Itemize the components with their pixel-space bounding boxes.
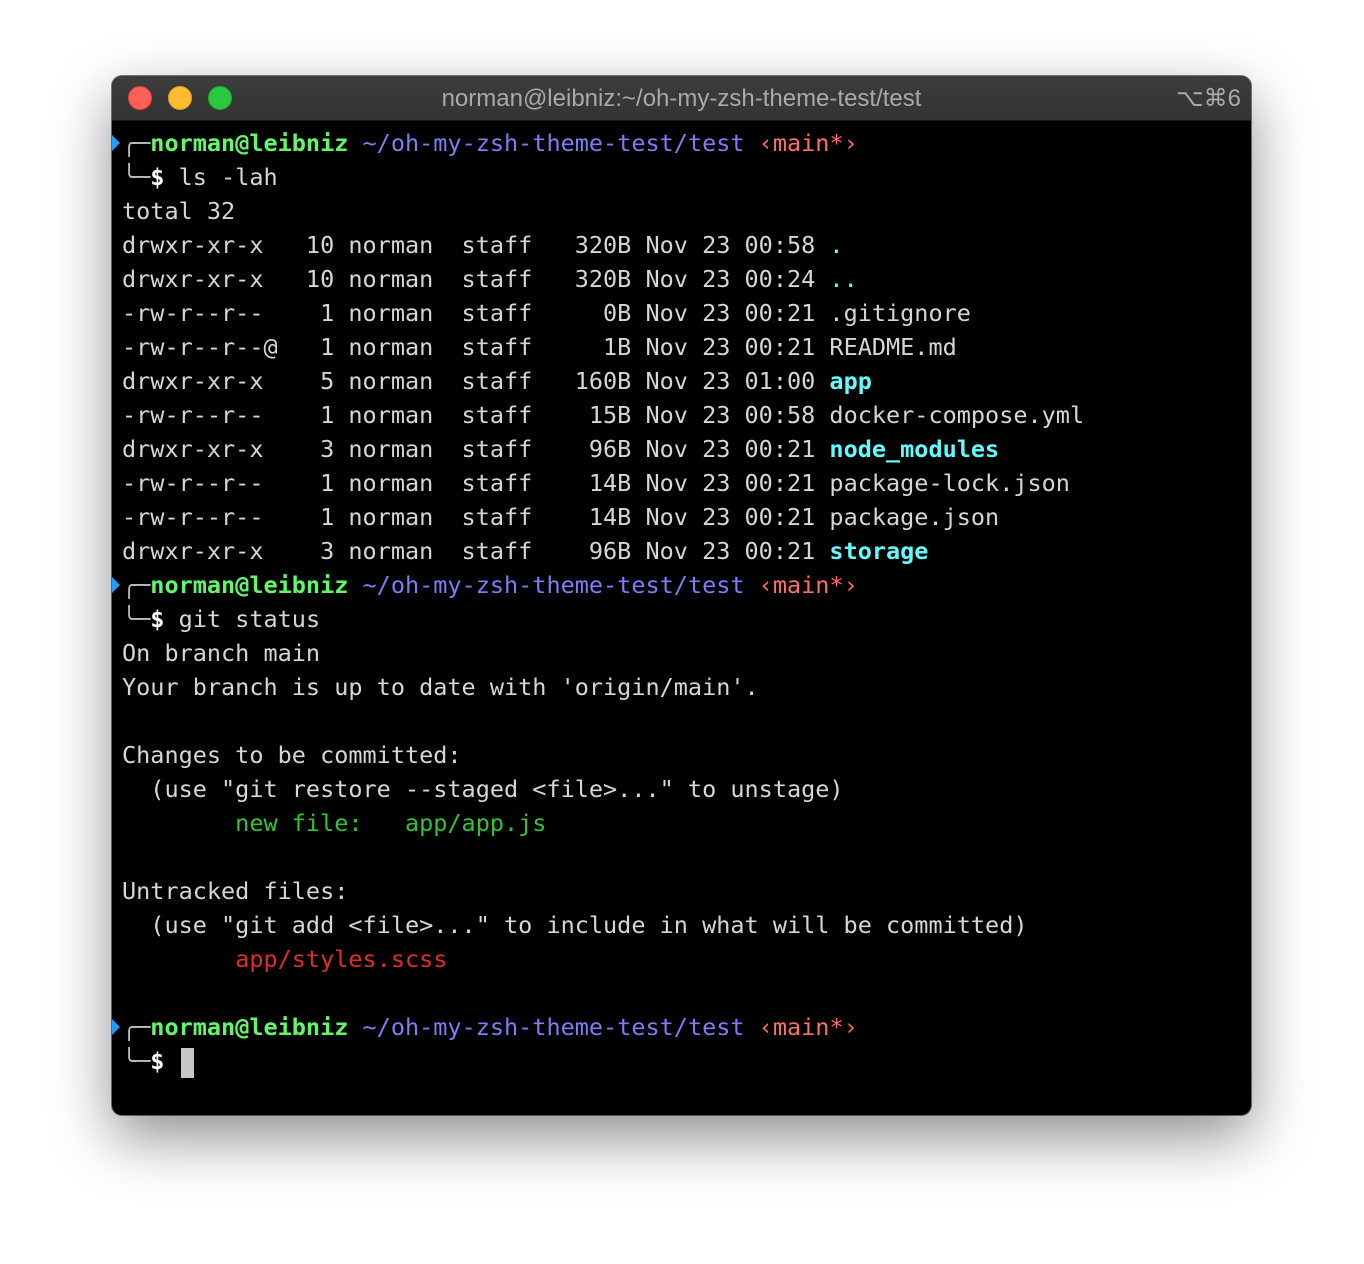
prompt-user-host: norman@leibniz (150, 129, 349, 157)
prompt-symbol: $ (150, 1047, 165, 1075)
git-staged-entry: new file: app/app.js (122, 806, 1251, 840)
prompt-symbol: $ (150, 163, 165, 191)
ls-row-meta: -rw-r--r--@ 1 norman staff 1B Nov 23 00:… (122, 333, 830, 361)
command-line: ╰─$ ls -lah (122, 160, 1251, 194)
ls-row: drwxr-xr-x 10 norman staff 320B Nov 23 0… (122, 262, 1251, 296)
ls-row: drwxr-xr-x 5 norman staff 160B Nov 23 01… (122, 364, 1251, 398)
title-bar[interactable]: norman@leibniz:~/oh-my-zsh-theme-test/te… (112, 76, 1251, 121)
command-line: ╰─$ git status (122, 602, 1251, 636)
ls-row: -rw-r--r-- 1 norman staff 14B Nov 23 00:… (122, 466, 1251, 500)
prompt-corner: ╰─ (122, 605, 151, 633)
prompt-path: ~/oh-my-zsh-theme-test/test (362, 1013, 745, 1041)
ls-entry-name: storage (829, 537, 929, 565)
git-untracked-indent (122, 945, 235, 973)
ls-row-meta: -rw-r--r-- 1 norman staff 14B Nov 23 00:… (122, 503, 830, 531)
git-staged-hint: (use "git restore --staged <file>..." to… (122, 775, 844, 803)
prompt-corner: ╰─ (122, 1047, 151, 1075)
ls-row-meta: drwxr-xr-x 10 norman staff 320B Nov 23 0… (122, 265, 830, 293)
prompt-branch: ‹main*› (758, 129, 858, 157)
git-on-branch: On branch main (122, 639, 321, 667)
ls-entry-name: README.md (829, 333, 957, 361)
terminal-window: norman@leibniz:~/oh-my-zsh-theme-test/te… (112, 76, 1251, 1115)
ls-total: total 32 (122, 197, 236, 225)
prompt-corner: ╭─ (122, 129, 151, 157)
window-title: norman@leibniz:~/oh-my-zsh-theme-test/te… (441, 85, 922, 112)
ls-row: -rw-r--r-- 1 norman staff 14B Nov 23 00:… (122, 500, 1251, 534)
ls-entry-name: docker-compose.yml (829, 401, 1085, 429)
ls-entry-name: package.json (829, 503, 1000, 531)
prompt-user-host: norman@leibniz (150, 1013, 349, 1041)
ls-listing: drwxr-xr-x 10 norman staff 320B Nov 23 0… (122, 228, 1251, 568)
git-untracked-file: app/styles.scss (235, 945, 448, 973)
ls-row-meta: -rw-r--r-- 1 norman staff 15B Nov 23 00:… (122, 401, 830, 429)
git-untracked-entry: app/styles.scss (122, 942, 1251, 976)
ls-row: drwxr-xr-x 3 norman staff 96B Nov 23 00:… (122, 534, 1251, 568)
ls-row-meta: drwxr-xr-x 10 norman staff 320B Nov 23 0… (122, 231, 830, 259)
prompt-line: ╭─norman@leibniz ~/oh-my-zsh-theme-test/… (112, 568, 1251, 602)
ls-entry-name: package-lock.json (829, 469, 1070, 497)
prompt-user-host: norman@leibniz (150, 571, 349, 599)
ls-row: -rw-r--r--@ 1 norman staff 1B Nov 23 00:… (122, 330, 1251, 364)
command-text: ls -lah (178, 163, 278, 191)
prompt-line: ╭─norman@leibniz ~/oh-my-zsh-theme-test/… (112, 126, 1251, 160)
git-up-to-date: Your branch is up to date with 'origin/m… (122, 673, 759, 701)
ls-entry-name: .gitignore (829, 299, 971, 327)
git-untracked-header: Untracked files: (122, 877, 349, 905)
ls-row: drwxr-xr-x 10 norman staff 320B Nov 23 0… (122, 228, 1251, 262)
git-staged-file: app/app.js (404, 809, 547, 837)
ls-entry-name: .. (829, 265, 858, 293)
prompt-line: ╭─norman@leibniz ~/oh-my-zsh-theme-test/… (112, 1010, 1251, 1044)
ls-row: -rw-r--r-- 1 norman staff 15B Nov 23 00:… (122, 398, 1251, 432)
ls-row-meta: -rw-r--r-- 1 norman staff 14B Nov 23 00:… (122, 469, 830, 497)
command-text: git status (178, 605, 321, 633)
git-staged-header: Changes to be committed: (122, 741, 462, 769)
prompt-corner: ╰─ (122, 163, 151, 191)
prompt-branch: ‹main*› (758, 571, 858, 599)
terminal-output[interactable]: ╭─norman@leibniz ~/oh-my-zsh-theme-test/… (112, 126, 1251, 1078)
text-cursor[interactable] (180, 1047, 194, 1078)
ls-row-meta: drwxr-xr-x 3 norman staff 96B Nov 23 00:… (122, 435, 830, 463)
ls-row-meta: drwxr-xr-x 5 norman staff 160B Nov 23 01… (122, 367, 830, 395)
prompt-marker-icon (112, 135, 120, 151)
prompt-marker-icon (112, 577, 120, 593)
ls-row-meta: drwxr-xr-x 3 norman staff 96B Nov 23 00:… (122, 537, 830, 565)
prompt-path: ~/oh-my-zsh-theme-test/test (362, 571, 745, 599)
window-shortcut: ⌥⌘6 (1175, 85, 1241, 112)
ls-entry-name: . (829, 231, 844, 259)
ls-row-meta: -rw-r--r-- 1 norman staff 0B Nov 23 00:2… (122, 299, 830, 327)
prompt-corner: ╭─ (122, 571, 151, 599)
ls-row: drwxr-xr-x 3 norman staff 96B Nov 23 00:… (122, 432, 1251, 466)
ls-row: -rw-r--r-- 1 norman staff 0B Nov 23 00:2… (122, 296, 1251, 330)
ls-entry-name: node_modules (829, 435, 1000, 463)
prompt-path: ~/oh-my-zsh-theme-test/test (362, 129, 745, 157)
git-staged-label: new file: (122, 809, 405, 837)
command-input-line[interactable]: ╰─$ (122, 1044, 1251, 1078)
ls-entry-name: app (829, 367, 872, 395)
prompt-corner: ╭─ (122, 1013, 151, 1041)
prompt-marker-icon (112, 1019, 120, 1035)
prompt-branch: ‹main*› (758, 1013, 858, 1041)
prompt-symbol: $ (150, 605, 165, 633)
git-untracked-hint: (use "git add <file>..." to include in w… (122, 911, 1028, 939)
